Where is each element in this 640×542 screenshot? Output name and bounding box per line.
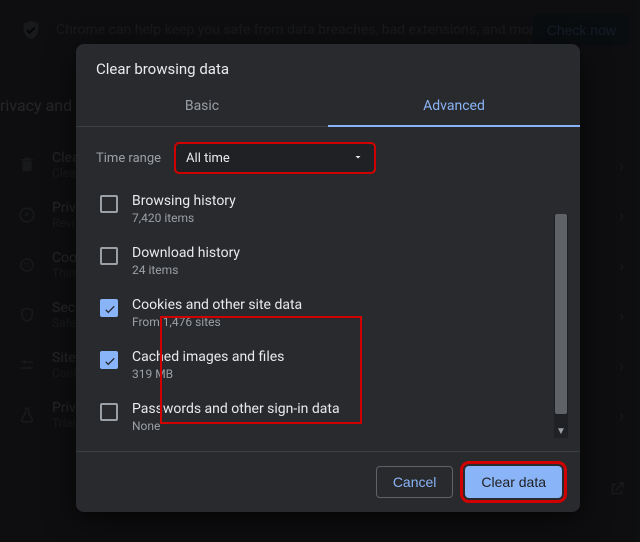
option-row[interactable]: Passwords and other sign-in data None: [96, 391, 560, 443]
option-sublabel: None: [132, 419, 340, 433]
checkbox[interactable]: [100, 247, 118, 265]
clear-data-button[interactable]: Clear data: [465, 466, 562, 498]
time-range-label: Time range: [96, 151, 161, 166]
option-label: Cookies and other site data: [132, 297, 302, 313]
option-row[interactable]: Cookies and other site data From 1,476 si…: [96, 287, 560, 339]
option-label: Cached images and files: [132, 349, 284, 365]
option-sublabel: 7,420 items: [132, 211, 236, 225]
option-row[interactable]: Browsing history 7,420 items: [96, 183, 560, 235]
checkbox[interactable]: [100, 403, 118, 421]
option-sublabel: From 1,476 sites: [132, 315, 302, 329]
scroll-down-icon[interactable]: ▼: [554, 424, 568, 438]
checkbox[interactable]: [100, 299, 118, 317]
time-range-select[interactable]: All time: [175, 143, 375, 173]
option-label: Browsing history: [132, 193, 236, 209]
option-label: Passwords and other sign-in data: [132, 401, 340, 417]
caret-down-icon: [352, 151, 364, 163]
dialog-title: Clear browsing data: [76, 44, 580, 88]
option-row[interactable]: Cached images and files 319 MB: [96, 339, 560, 391]
time-range-value: All time: [186, 151, 230, 166]
option-row[interactable]: Autofill form data: [96, 443, 560, 451]
checkbox[interactable]: [100, 195, 118, 213]
checkbox[interactable]: [100, 351, 118, 369]
clear-browsing-data-dialog: Clear browsing data Basic Advanced Time …: [76, 44, 580, 512]
cancel-button[interactable]: Cancel: [376, 466, 454, 498]
tab-basic[interactable]: Basic: [76, 88, 328, 126]
tab-advanced[interactable]: Advanced: [328, 88, 580, 126]
option-label: Download history: [132, 245, 240, 261]
option-row[interactable]: Download history 24 items: [96, 235, 560, 287]
option-sublabel: 319 MB: [132, 367, 284, 381]
option-sublabel: 24 items: [132, 263, 240, 277]
scrollbar-thumb[interactable]: [555, 214, 567, 414]
scrollbar[interactable]: ▼: [554, 214, 568, 438]
